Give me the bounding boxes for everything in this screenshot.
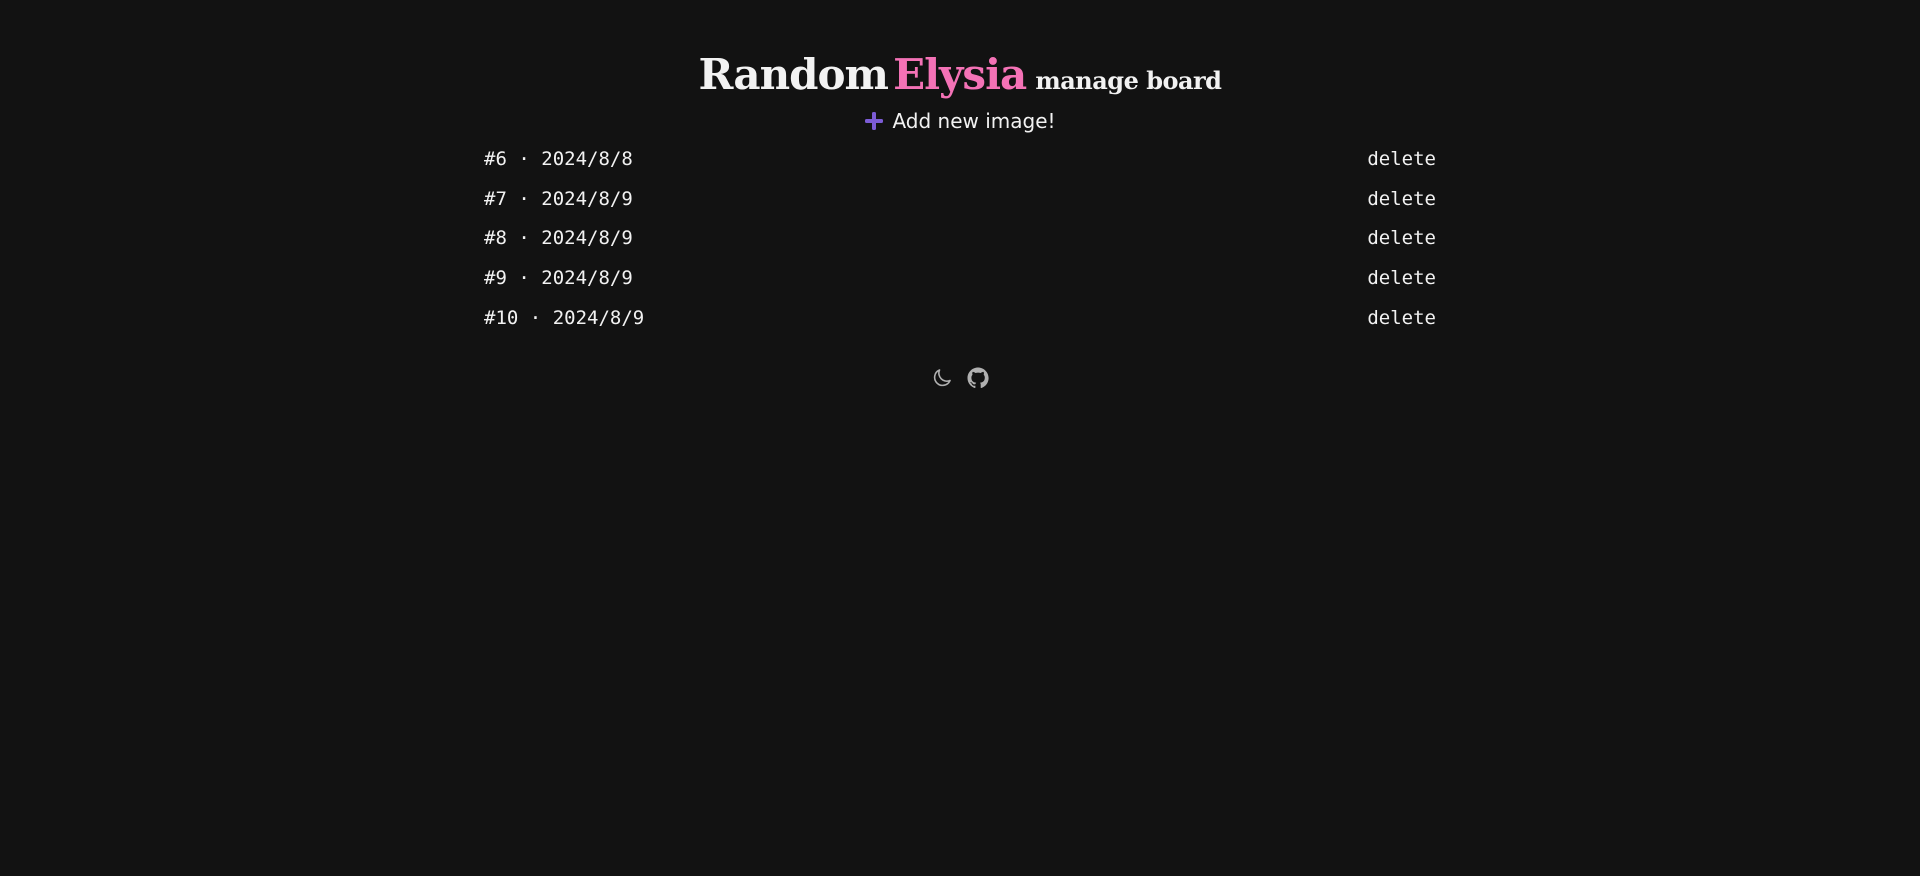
list-item-info: #7 · 2024/8/9 [484, 188, 633, 210]
list-item: #6 · 2024/8/8 delete [484, 139, 1436, 179]
list-item-info: #6 · 2024/8/8 [484, 148, 633, 170]
add-image-button[interactable]: Add new image! [864, 109, 1056, 133]
list-item: #9 · 2024/8/9 delete [484, 258, 1436, 298]
list-item-date: 2024/8/9 [552, 306, 645, 329]
list-item-separator: · [518, 187, 530, 210]
image-list: #6 · 2024/8/8 delete #7 · 2024/8/9 delet… [484, 139, 1436, 338]
delete-button[interactable]: delete [1367, 307, 1436, 329]
list-item-date: 2024/8/8 [541, 147, 633, 170]
list-item: #7 · 2024/8/9 delete [484, 179, 1436, 219]
title-main: Random [698, 50, 889, 99]
list-item-id: #10 [484, 306, 519, 329]
moon-icon[interactable] [930, 366, 954, 390]
list-item: #8 · 2024/8/9 delete [484, 219, 1436, 259]
list-item-info: #9 · 2024/8/9 [484, 267, 633, 289]
list-item-separator: · [518, 267, 530, 290]
title-subtitle: manage board [1035, 66, 1222, 95]
github-icon[interactable] [966, 366, 990, 390]
add-image-label: Add new image! [892, 109, 1056, 133]
list-item: #10 · 2024/8/9 delete [484, 298, 1436, 338]
delete-button[interactable]: delete [1367, 188, 1436, 210]
footer-icons [0, 366, 1920, 390]
list-item-info: #10 · 2024/8/9 [484, 307, 644, 329]
title-accent: Elysia [893, 50, 1027, 99]
list-item-id: #7 [484, 187, 507, 210]
list-item-date: 2024/8/9 [541, 227, 633, 250]
list-item-date: 2024/8/9 [541, 267, 633, 290]
delete-button[interactable]: delete [1367, 267, 1436, 289]
delete-button[interactable]: delete [1367, 227, 1436, 249]
list-item-info: #8 · 2024/8/9 [484, 227, 633, 249]
delete-button[interactable]: delete [1367, 148, 1436, 170]
add-image-row: Add new image! [0, 109, 1920, 136]
plus-icon [864, 111, 884, 131]
list-item-separator: · [518, 147, 530, 170]
list-item-id: #6 [484, 147, 507, 170]
list-item-date: 2024/8/9 [541, 187, 633, 210]
list-item-separator: · [529, 306, 542, 329]
list-item-separator: · [518, 227, 530, 250]
list-item-id: #9 [484, 267, 507, 290]
page-title: Random Elysia manage board [0, 50, 1920, 99]
list-item-id: #8 [484, 227, 507, 250]
page: Random Elysia manage board Add new image… [0, 0, 1920, 876]
